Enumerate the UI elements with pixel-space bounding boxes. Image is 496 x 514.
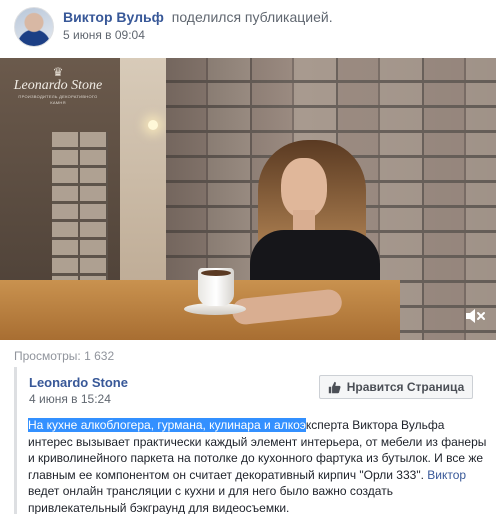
shared-post-text: На кухне алкоблогера, гурмана, кулинара … (28, 417, 488, 514)
author-avatar[interactable] (14, 7, 54, 47)
view-count: Просмотры: 1 632 (14, 349, 115, 363)
mention-link[interactable]: Виктор (427, 468, 466, 482)
video-player[interactable]: ♛ Leonardo Stone ПРОИЗВОДИТЕЛЬ ДЕКОРАТИВ… (0, 58, 496, 340)
shared-post: Leonardo Stone 4 июня в 15:24 Нравится С… (14, 367, 486, 514)
thumbs-up-icon (328, 381, 341, 393)
author-name-link[interactable]: Виктор Вульф (63, 9, 164, 25)
post-author-line: Виктор Вульф поделился публикацией. (63, 9, 333, 25)
speaker-muted-icon[interactable] (464, 307, 486, 325)
post-header: Виктор Вульф поделился публикацией. 5 ию… (0, 0, 496, 56)
lion-crest-icon: ♛ (52, 65, 64, 79)
brand-watermark: ♛ Leonardo Stone ПРОИЗВОДИТЕЛЬ ДЕКОРАТИВ… (12, 66, 104, 106)
selected-text: На кухне алкоблогера, гурмана, кулинара … (28, 418, 306, 432)
shared-post-timestamp[interactable]: 4 июня в 15:24 (29, 392, 111, 406)
like-page-button-label: Нравится Страница (346, 380, 465, 394)
post-action-text: поделился публикацией. (171, 9, 333, 25)
video-scene-person-face (281, 158, 327, 218)
shared-page-name-link[interactable]: Leonardo Stone (29, 375, 128, 390)
video-scene-lamp (148, 120, 158, 130)
brand-watermark-name: Leonardo Stone (13, 78, 103, 93)
video-scene-coffee (201, 270, 231, 276)
post-timestamp[interactable]: 5 июня в 09:04 (63, 28, 145, 42)
post-text-body-end: ведет онлайн трансляции с кухни и для не… (28, 484, 393, 514)
like-page-button[interactable]: Нравится Страница (319, 375, 473, 399)
brand-watermark-tagline: ПРОИЗВОДИТЕЛЬ ДЕКОРАТИВНОГО КАМНЯ (18, 94, 98, 105)
